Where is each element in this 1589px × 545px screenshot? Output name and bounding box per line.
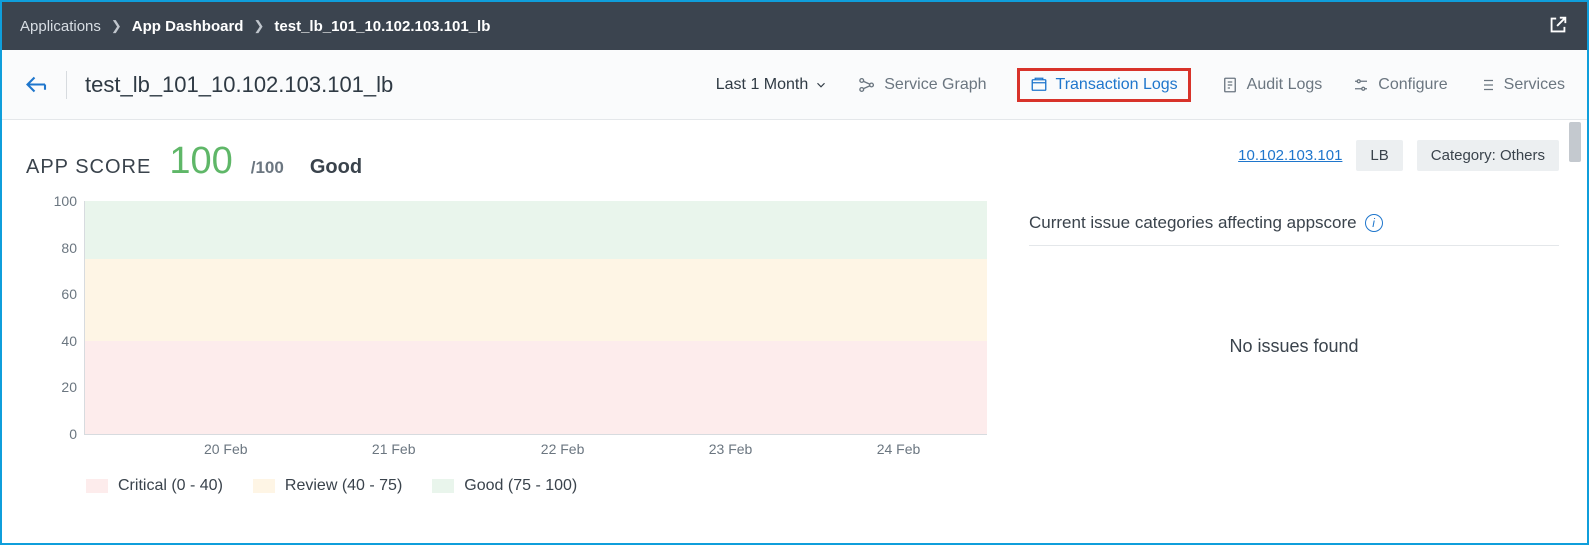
page-header: test_lb_101_10.102.103.101_lb Last 1 Mon… (2, 50, 1587, 120)
popout-icon[interactable] (1547, 14, 1569, 36)
y-tick: 60 (37, 286, 77, 302)
issues-heading: Current issue categories affecting appsc… (1029, 213, 1357, 233)
left-panel: APP SCORE 100 /100 Good 100 80 60 40 20 … (2, 120, 1029, 543)
legend-good: Good (75 - 100) (432, 477, 577, 495)
breadcrumb-item[interactable]: Applications (20, 18, 101, 35)
breadcrumb-item[interactable]: App Dashboard (132, 18, 244, 35)
x-axis: 20 Feb 21 Feb 22 Feb 23 Feb 24 Feb (84, 435, 987, 459)
legend-label: Review (40 - 75) (285, 477, 402, 495)
nav-transaction-logs[interactable]: Transaction Logs (1017, 68, 1191, 102)
nav-label: Services (1504, 76, 1565, 94)
info-icon[interactable]: i (1365, 214, 1383, 232)
ip-link[interactable]: 10.102.103.101 (1238, 147, 1342, 164)
nav-audit-logs[interactable]: Audit Logs (1221, 76, 1323, 94)
graph-icon (858, 76, 876, 94)
nav-label: Transaction Logs (1056, 76, 1178, 94)
time-range-selector[interactable]: Last 1 Month (716, 76, 829, 94)
x-tick: 21 Feb (372, 441, 416, 457)
right-panel: 10.102.103.101 LB Category: Others Curre… (1029, 120, 1587, 543)
page-title: test_lb_101_10.102.103.101_lb (85, 72, 393, 98)
x-tick: 22 Feb (541, 441, 585, 457)
chart-legend: Critical (0 - 40) Review (40 - 75) Good … (86, 477, 1019, 495)
y-tick: 80 (37, 240, 77, 256)
category-tag: Category: Others (1417, 140, 1559, 171)
meta-row: 10.102.103.101 LB Category: Others (1029, 140, 1559, 171)
back-arrow-icon[interactable] (24, 74, 52, 96)
swatch-good (432, 479, 454, 493)
breadcrumb-item[interactable]: test_lb_101_10.102.103.101_lb (274, 18, 490, 35)
chart-plot-area: 100 80 60 40 20 0 (84, 201, 987, 435)
nav-label: Configure (1378, 76, 1447, 94)
nav-service-graph[interactable]: Service Graph (858, 76, 986, 94)
nav-label: Audit Logs (1247, 76, 1323, 94)
content-area: APP SCORE 100 /100 Good 100 80 60 40 20 … (2, 120, 1587, 543)
type-tag: LB (1356, 140, 1402, 171)
legend-label: Good (75 - 100) (464, 477, 577, 495)
y-tick: 0 (37, 426, 77, 442)
issues-empty-state: No issues found (1029, 336, 1559, 357)
app-score-header: APP SCORE 100 /100 Good (22, 140, 1019, 183)
x-tick: 23 Feb (709, 441, 753, 457)
legend-label: Critical (0 - 40) (118, 477, 223, 495)
legend-critical: Critical (0 - 40) (86, 477, 223, 495)
app-score-label: APP SCORE (26, 156, 151, 179)
issues-heading-row: Current issue categories affecting appsc… (1029, 213, 1559, 246)
header-nav: Last 1 Month Service Graph Transaction L… (716, 68, 1565, 102)
y-tick: 20 (37, 379, 77, 395)
y-tick: 40 (37, 333, 77, 349)
band-critical (85, 341, 987, 434)
sliders-icon (1352, 76, 1370, 94)
x-tick: 24 Feb (877, 441, 921, 457)
chevron-right-icon: ❯ (111, 18, 122, 34)
nav-configure[interactable]: Configure (1352, 76, 1447, 94)
swatch-critical (86, 479, 108, 493)
breadcrumb-bar: Applications ❯ App Dashboard ❯ test_lb_1… (2, 2, 1587, 50)
logs-icon (1030, 76, 1048, 94)
y-tick: 100 (37, 193, 77, 209)
chevron-right-icon: ❯ (253, 18, 264, 34)
app-score-status: Good (310, 156, 362, 179)
nav-services[interactable]: Services (1478, 76, 1565, 94)
swatch-review (253, 479, 275, 493)
band-review (85, 259, 987, 341)
band-good (85, 201, 987, 259)
legend-review: Review (40 - 75) (253, 477, 402, 495)
app-score-max: /100 (251, 158, 284, 178)
app-score-value: 100 (169, 140, 232, 183)
scrollbar-thumb[interactable] (1569, 122, 1581, 162)
time-range-label: Last 1 Month (716, 76, 809, 94)
separator (66, 71, 67, 99)
audit-icon (1221, 76, 1239, 94)
nav-label: Service Graph (884, 76, 986, 94)
chevron-down-icon (814, 78, 828, 92)
scrollbar[interactable] (1567, 122, 1583, 537)
list-icon (1478, 76, 1496, 94)
x-tick: 20 Feb (204, 441, 248, 457)
appscore-chart: 100 80 60 40 20 0 20 Feb 21 Feb 22 Feb 2… (22, 201, 1019, 495)
